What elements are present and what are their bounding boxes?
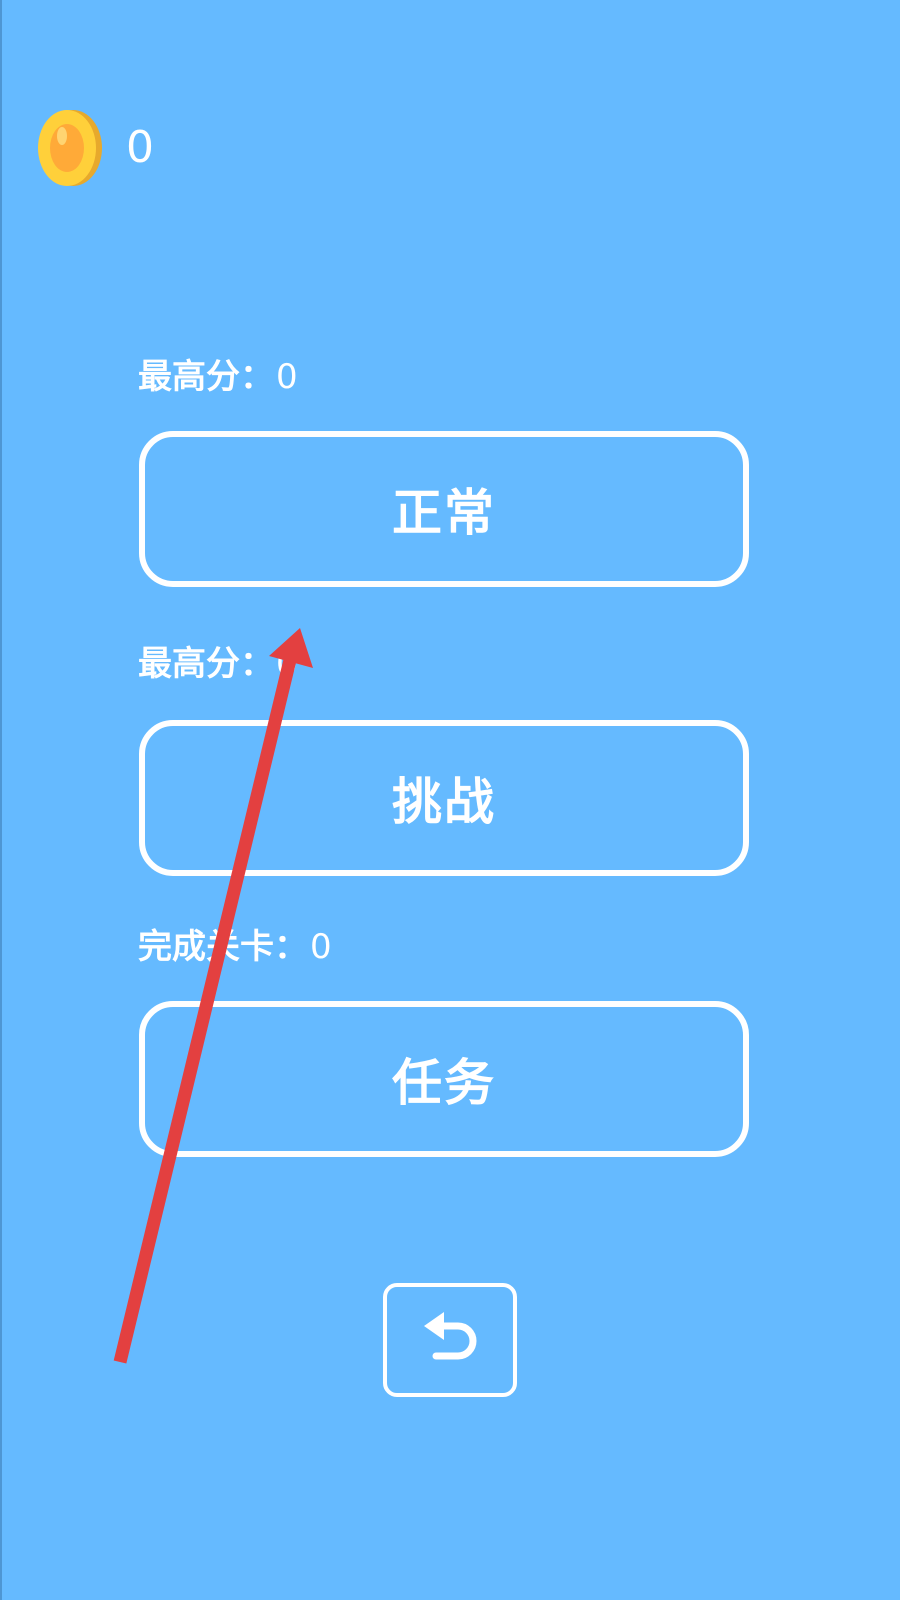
high-score-value: 0	[276, 644, 298, 684]
task-mode-button[interactable]: 任务	[139, 1001, 749, 1157]
coin-icon	[38, 110, 102, 186]
normal-mode-button[interactable]: 正常	[139, 431, 749, 587]
challenge-mode-button[interactable]: 挑战	[139, 720, 749, 876]
high-score-value: 0	[276, 357, 298, 397]
normal-mode-label: 正常	[392, 484, 496, 542]
challenge-mode-label: 挑战	[392, 773, 496, 831]
levels-completed-label: 完成关卡：	[138, 927, 308, 967]
levels-completed-value: 0	[310, 927, 332, 967]
screen-edge	[0, 0, 2, 1600]
high-score-label: 最高分：	[138, 357, 274, 397]
undo-arrow-icon	[424, 1312, 477, 1360]
normal-high-score: 最高分：0	[138, 352, 298, 402]
coin-count: 0	[126, 122, 154, 173]
levels-completed: 完成关卡：0	[138, 922, 332, 972]
high-score-label: 最高分：	[138, 644, 274, 684]
task-mode-label: 任务	[392, 1054, 496, 1112]
back-button[interactable]	[383, 1283, 517, 1397]
challenge-high-score: 最高分：0	[138, 639, 298, 689]
coin-counter: 0	[36, 108, 154, 188]
game-menu-screen: 0 最高分：0 正常 最高分：0 挑战 完成关卡：0 任务	[0, 0, 900, 1600]
